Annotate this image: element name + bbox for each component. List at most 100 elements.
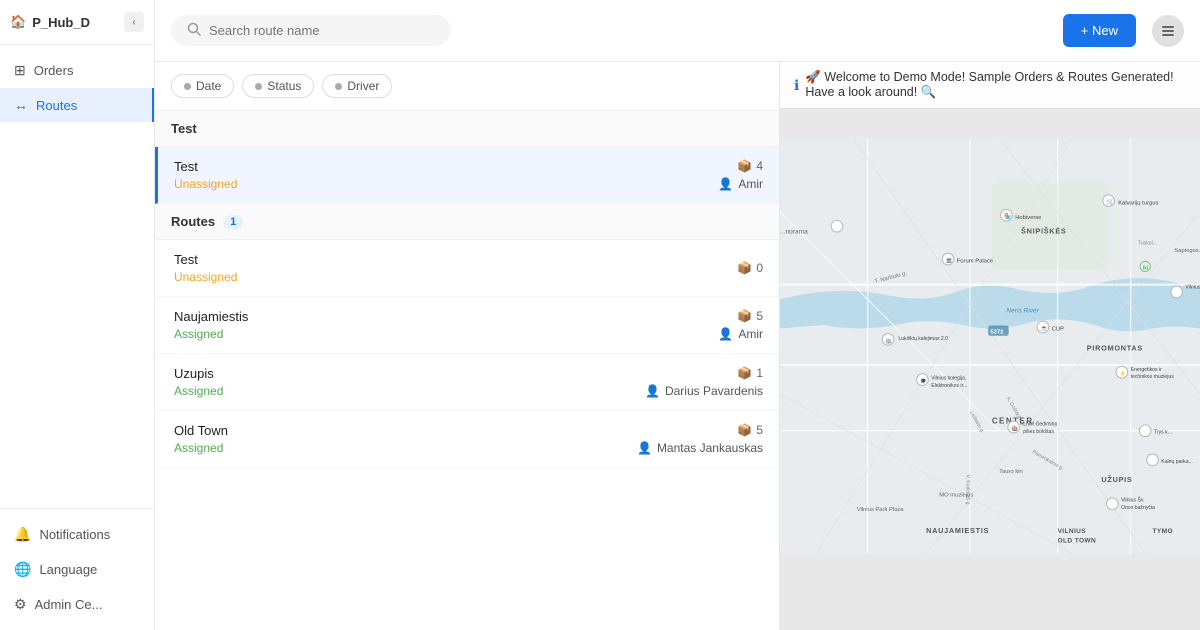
svg-text:OLD TOWN: OLD TOWN [1058, 537, 1097, 544]
route-name: Old Town [174, 423, 637, 438]
route-name: Test [174, 159, 643, 174]
sidebar-footer: 🔔 Notifications 🌐 Language ⚙ Admin Ce... [0, 508, 154, 630]
route-driver: 👤 Darius Pavardenis [645, 384, 763, 398]
filter-date-dot [184, 83, 191, 90]
route-meta: 📦 4 👤 Amir [643, 159, 763, 191]
language-label: Language [39, 562, 97, 577]
svg-text:Vilnius Šv.: Vilnius Šv. [1121, 497, 1144, 504]
sidebar-item-orders[interactable]: ⊞ Orders [0, 53, 154, 88]
svg-text:Vilnius kolegija,: Vilnius kolegija, [931, 376, 966, 382]
svg-text:⚡: ⚡ [1120, 370, 1126, 377]
sidebar-item-routes[interactable]: ↔ Routes [0, 88, 154, 122]
group-routes-label: Routes [171, 214, 215, 229]
driver-icon: 👤 [645, 384, 660, 398]
sidebar-collapse-button[interactable]: ‹ [124, 12, 144, 32]
route-packages: 📦 5 [737, 309, 763, 323]
svg-text:Sapiegos...: Sapiegos... [1174, 248, 1200, 254]
route-driver: 👤 Mantas Jankauskas [637, 441, 763, 455]
filter-date-label: Date [196, 79, 221, 93]
notifications-icon: 🔔 [14, 526, 31, 543]
route-info: Uzupis Assigned [174, 366, 643, 398]
svg-text:VILNIUS: VILNIUS [1058, 528, 1087, 535]
sidebar-nav: ⊞ Orders ↔ Routes [0, 45, 154, 508]
route-status: Unassigned [174, 270, 643, 284]
svg-text:Tuskul...: Tuskul... [1138, 240, 1157, 246]
routes-list: Test Test Unassigned 📦 4 👤 [155, 111, 779, 630]
route-packages: 📦 5 [737, 423, 763, 437]
sidebar-item-admin[interactable]: ⚙ Admin Ce... [0, 587, 154, 622]
route-name: Naujamiestis [174, 309, 643, 324]
svg-text:Onos bažnyčia: Onos bažnyčia [1121, 505, 1155, 511]
route-group-test-header: Test [155, 111, 779, 147]
map-banner: ℹ 🚀 Welcome to Demo Mode! Sample Orders … [780, 62, 1200, 109]
svg-text:Trys k...: Trys k... [1154, 430, 1172, 436]
route-item-test2[interactable]: Test Unassigned 📦 0 [155, 240, 779, 297]
group-test-label: Test [171, 121, 197, 136]
orders-label: Orders [34, 63, 74, 78]
svg-text:Lukiškių kalejimas 2.0: Lukiškių kalejimas 2.0 [898, 336, 948, 342]
orders-icon: ⊞ [14, 62, 26, 79]
route-status: Assigned [174, 327, 643, 341]
route-driver: 👤 Amir [718, 177, 763, 191]
package-count: 4 [756, 159, 763, 173]
route-packages: 📦 4 [737, 159, 763, 173]
svg-text:CUP: CUP [1052, 327, 1064, 333]
svg-text:🏛: 🏛 [946, 257, 953, 264]
svg-text:Energetikos ir: Energetikos ir [1131, 367, 1163, 373]
group-routes-badge: 1 [223, 215, 243, 229]
svg-text:NAUJAMIESTIS: NAUJAMIESTIS [926, 526, 989, 535]
hub-icon: 🏠 [10, 14, 26, 30]
map-area[interactable]: ℹ 🚀 Welcome to Demo Mode! Sample Orders … [780, 62, 1200, 630]
map-banner-text: 🚀 Welcome to Demo Mode! Sample Orders & … [805, 70, 1186, 100]
driver-name: Amir [738, 177, 763, 191]
filter-status-label: Status [267, 79, 301, 93]
package-icon: 📦 [737, 423, 752, 437]
sidebar-item-language[interactable]: 🌐 Language [0, 552, 154, 587]
route-status-unassigned: Unassigned [174, 177, 643, 191]
content-area: Date Status Driver Test [155, 62, 1200, 630]
search-input[interactable] [209, 23, 435, 38]
filter-driver-dot [335, 83, 342, 90]
info-icon: ℹ [794, 77, 799, 94]
route-info: Test Unassigned [174, 252, 643, 284]
map-svg: T. Narbuto g. ŠNIPIŠKĖS PIROMONTAS CENTE… [780, 62, 1200, 630]
route-item-uzupis[interactable]: Uzupis Assigned 📦 1 👤 Darius Pavardenis [155, 354, 779, 411]
svg-text:TYMO: TYMO [1153, 528, 1173, 535]
package-count: 0 [756, 261, 763, 275]
svg-text:technikos muziejus: technikos muziejus [1131, 374, 1175, 380]
svg-text:Iki: Iki [1143, 265, 1148, 271]
route-item-oldtown[interactable]: Old Town Assigned 📦 5 👤 Mantas Jankauska… [155, 411, 779, 468]
route-group-routes-header: Routes 1 [155, 204, 779, 240]
route-name: Test [174, 252, 643, 267]
svg-text:V. Kudirkos g.: V. Kudirkos g. [964, 475, 970, 506]
package-count: 1 [756, 366, 763, 380]
user-avatar[interactable] [1152, 15, 1184, 47]
route-status: Assigned [174, 384, 643, 398]
new-button[interactable]: + New [1063, 14, 1136, 47]
filter-status[interactable]: Status [242, 74, 314, 98]
filter-date[interactable]: Date [171, 74, 234, 98]
route-packages: 📦 0 [737, 261, 763, 275]
notifications-label: Notifications [39, 527, 110, 542]
package-icon: 📦 [737, 366, 752, 380]
package-count: 5 [756, 309, 763, 323]
svg-text:Kalvarijų turgus: Kalvarijų turgus [1118, 200, 1158, 206]
package-count: 5 [756, 423, 763, 437]
admin-icon: ⚙ [14, 596, 27, 613]
sidebar-item-notifications[interactable]: 🔔 Notifications [0, 517, 154, 552]
driver-icon: 👤 [637, 441, 652, 455]
svg-text:Vilnius Šv. apa...: Vilnius Šv. apa... [1185, 283, 1200, 290]
svg-text:PIROMONTAS: PIROMONTAS [1087, 343, 1143, 352]
route-item-test-unassigned[interactable]: Test Unassigned 📦 4 👤 Amir [155, 147, 779, 204]
route-item-naujamiestis[interactable]: Naujamiestis Assigned 📦 5 👤 Amir [155, 297, 779, 354]
filter-status-dot [255, 83, 262, 90]
filter-driver[interactable]: Driver [322, 74, 392, 98]
sidebar-header: 🏠 P_Hub_D ‹ [0, 0, 154, 45]
routes-icon: ↔ [14, 97, 28, 113]
svg-text:UŽUPIS: UŽUPIS [1101, 475, 1132, 484]
route-info: Old Town Assigned [174, 423, 637, 455]
route-meta: 📦 0 [643, 261, 763, 275]
svg-text:pilies bokštas: pilies bokštas [1023, 429, 1054, 435]
svg-text:ŠNIPIŠKĖS: ŠNIPIŠKĖS [1021, 227, 1067, 236]
new-button-label: + New [1081, 23, 1118, 38]
